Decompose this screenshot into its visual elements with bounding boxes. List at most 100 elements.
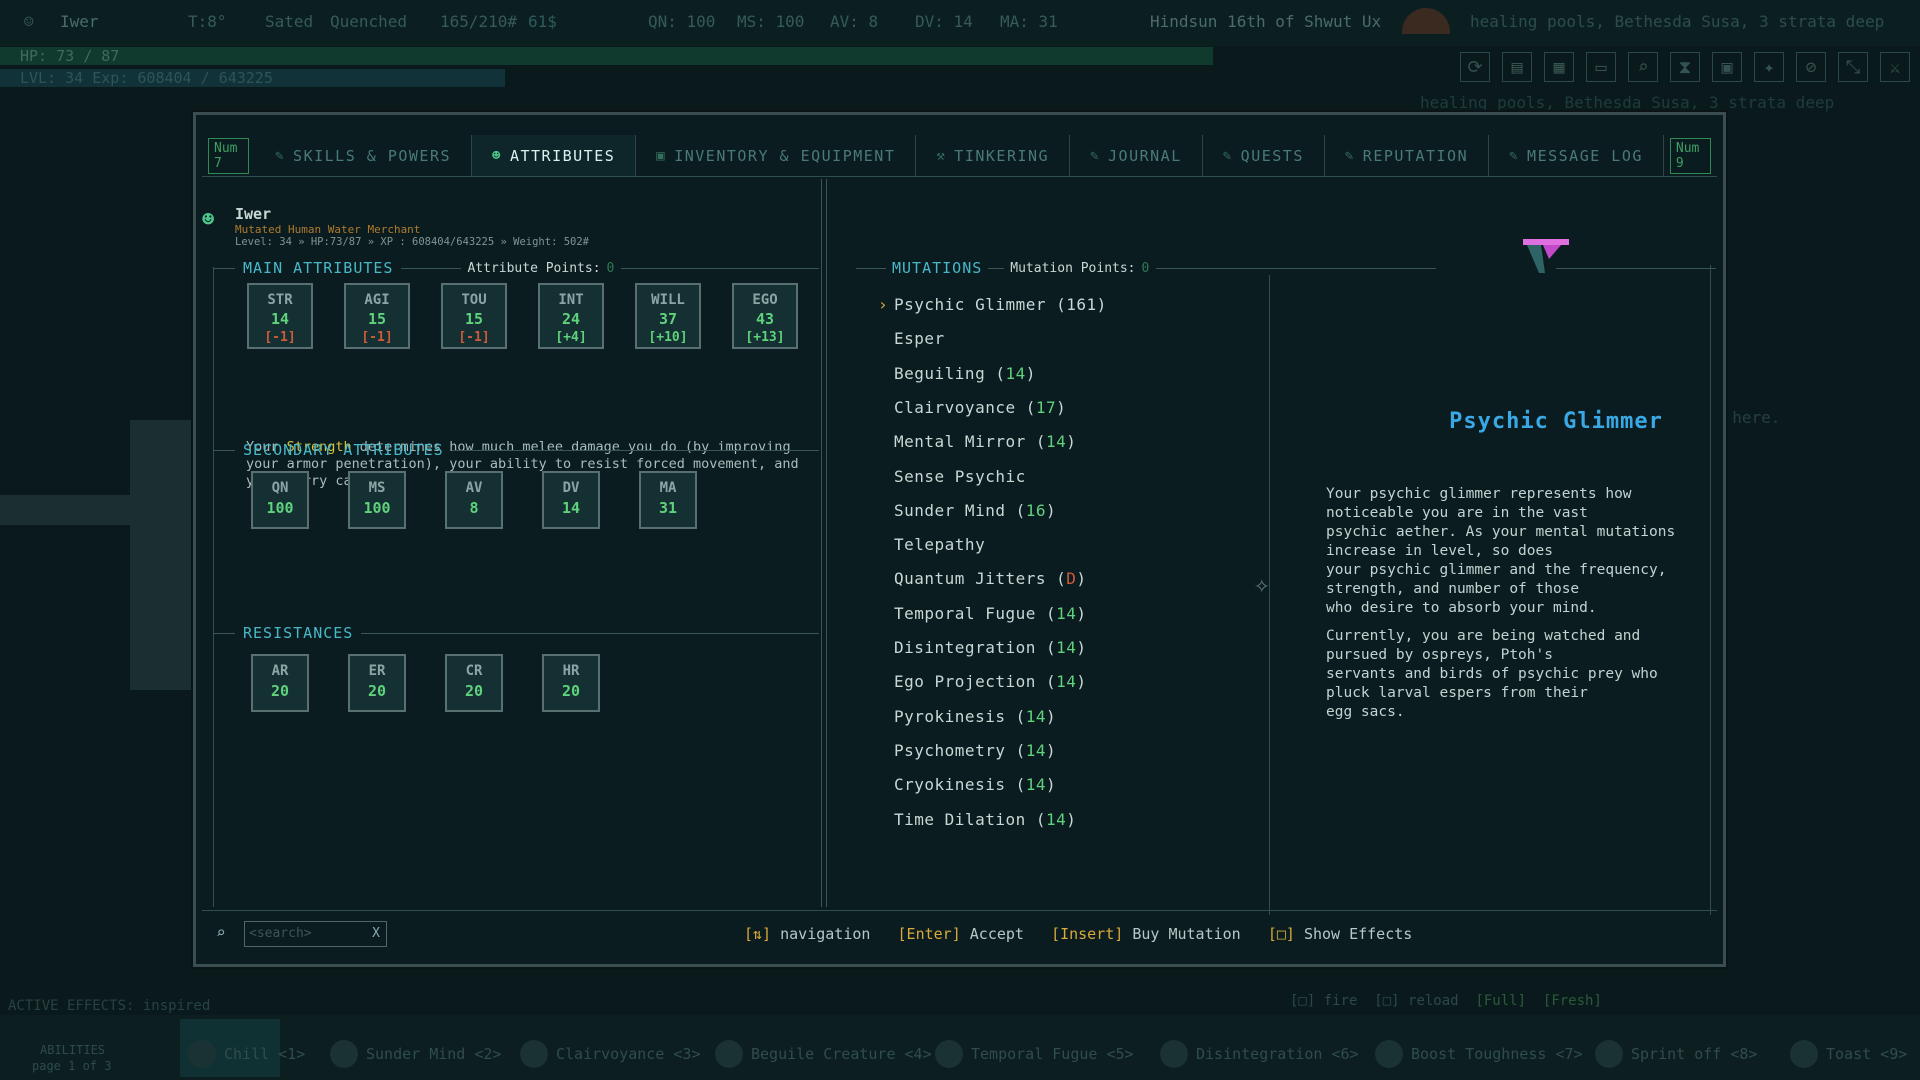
tab-inventory[interactable]: ▣ INVENTORY & EQUIPMENT <box>636 135 917 176</box>
enter-key[interactable]: [Enter] <box>898 925 961 943</box>
mutation-level: D <box>1066 569 1077 589</box>
arrows-icon[interactable]: ⤡ <box>1838 52 1868 82</box>
tab-label: QUESTS <box>1240 146 1304 165</box>
attr-ego[interactable]: EGO 43 [+13] <box>732 283 798 349</box>
hud-avatar-icon: ☺ <box>24 12 34 31</box>
sec-ms[interactable]: MS 100 <box>348 471 406 529</box>
mutation-name: Time Dilation <box>894 809 1026 829</box>
mutation-row[interactable]: Quantum Jitters (D) <box>894 569 1087 588</box>
mutation-row[interactable]: Clairvoyance (17) <box>894 398 1066 417</box>
attr-int[interactable]: INT 24 [+4] <box>538 283 604 349</box>
ability-label: Sprint off <8> <box>1631 1045 1758 1063</box>
mutation-row[interactable]: Disintegration (14) <box>894 638 1087 657</box>
sec-ma[interactable]: MA 31 <box>639 471 697 529</box>
mutation-row[interactable]: Telepathy <box>894 535 985 554</box>
monitor-icon[interactable]: ▤ <box>1502 52 1532 82</box>
mutations-panel: MUTATIONS Mutation Points: 0 ✧ › Psychic… <box>856 195 1716 915</box>
sec-dv[interactable]: DV 14 <box>542 471 600 529</box>
mutation-level: 14 <box>1046 432 1067 452</box>
fire-hint[interactable]: [□] fire <box>1290 993 1357 1009</box>
attr-agi[interactable]: AGI 15 [-1] <box>344 283 410 349</box>
sec-qn[interactable]: QN 100 <box>251 471 309 529</box>
tab-prev-key[interactable]: Num 7 <box>208 137 250 174</box>
xp-text: LVL: 34 Exp: 608404 / 643225 <box>20 69 273 87</box>
reload-hint[interactable]: [□] reload <box>1374 993 1458 1009</box>
res-hr[interactable]: HR 20 <box>542 654 600 712</box>
tab-tinkering[interactable]: ⚒ TINKERING <box>916 135 1071 176</box>
detail-line: noticeable you are in the vast <box>1326 505 1588 521</box>
detail-line: increase in level, so does <box>1326 543 1553 559</box>
res-cr[interactable]: CR 20 <box>445 654 503 712</box>
res-ar[interactable]: AR 20 <box>251 654 309 712</box>
star-icon[interactable]: ✦ <box>1754 52 1784 82</box>
selection-cursor-icon: › <box>878 295 888 314</box>
mutation-row[interactable]: Temporal Fugue (14) <box>894 604 1087 623</box>
tab-label: SKILLS & POWERS <box>293 146 452 165</box>
ability-slot[interactable]: Chill <1> <box>188 1040 305 1068</box>
tab-message-log[interactable]: ✎ MESSAGE LOG <box>1489 135 1664 176</box>
hourglass-icon[interactable]: ⧗ <box>1670 52 1700 82</box>
secondary-attributes-title: SECONDARY ATTRIBUTES <box>243 441 444 459</box>
map-icon[interactable]: ▦ <box>1544 52 1574 82</box>
mutation-row[interactable]: Cryokinesis (14) <box>894 775 1056 794</box>
sec-value: 100 <box>363 499 391 517</box>
ability-icon <box>1595 1040 1623 1068</box>
tab-reputation[interactable]: ✎ REPUTATION <box>1325 135 1490 176</box>
weapon-hints: [□] fire [□] reload [Full] [Fresh] <box>1290 993 1602 1009</box>
tinkering-icon: ⚒ <box>936 147 947 164</box>
search-input[interactable]: <search> X <box>244 921 387 947</box>
ability-slot[interactable]: Boost Toughness <7> <box>1375 1040 1583 1068</box>
sword-icon[interactable]: ⚔ <box>1880 52 1910 82</box>
mutation-row[interactable]: Psychometry (14) <box>894 741 1056 760</box>
resistances-header: RESISTANCES <box>213 624 819 642</box>
attr-will[interactable]: WILL 37 [+10] <box>635 283 701 349</box>
sec-value: 31 <box>658 499 678 517</box>
ability-icon <box>935 1040 963 1068</box>
hud-ms: MS: 100 <box>737 12 805 31</box>
mutation-row[interactable]: Sense Psychic <box>894 467 1026 486</box>
effects-hint: Show Effects <box>1303 925 1413 943</box>
attr-key: WILL <box>651 292 685 308</box>
mutation-row[interactable]: Esper <box>894 329 945 348</box>
search-icon[interactable]: ⌕ <box>1628 52 1658 82</box>
ability-slot[interactable]: Sunder Mind <2> <box>330 1040 501 1068</box>
mutation-row[interactable]: Psychic Glimmer (161) <box>894 295 1107 314</box>
ability-slot[interactable]: Temporal Fugue <5> <box>935 1040 1134 1068</box>
tab-skills[interactable]: ✎ SKILLS & POWERS <box>255 135 473 176</box>
screen-icon[interactable]: ▭ <box>1586 52 1616 82</box>
ability-icon <box>1160 1040 1188 1068</box>
tab-next-key[interactable]: Num 9 <box>1669 137 1711 174</box>
ability-slot[interactable]: Disintegration <6> <box>1160 1040 1359 1068</box>
mutation-row[interactable]: Time Dilation (14) <box>894 810 1076 829</box>
no-icon[interactable]: ⊘ <box>1796 52 1826 82</box>
ability-slot[interactable]: Clairvoyance <3> <box>520 1040 701 1068</box>
ability-slot[interactable]: Toast <9> <box>1790 1040 1907 1068</box>
hud-weight: 165/210# <box>440 12 518 31</box>
tab-journal[interactable]: ✎ JOURNAL <box>1070 135 1203 176</box>
attr-tou[interactable]: TOU 15 [-1] <box>441 283 507 349</box>
tab-quests[interactable]: ✎ QUESTS <box>1203 135 1325 176</box>
bg-terrain <box>0 420 200 690</box>
insert-key[interactable]: [Insert] <box>1051 925 1123 943</box>
res-er[interactable]: ER 20 <box>348 654 406 712</box>
mutation-row[interactable]: Sunder Mind (16) <box>894 501 1056 520</box>
attr-str[interactable]: STR 14 [-1] <box>247 283 313 349</box>
mutation-name: Clairvoyance <box>894 397 1016 417</box>
tab-attributes[interactable]: ☻ ATTRIBUTES <box>472 135 637 176</box>
effects-key[interactable]: [□] <box>1268 925 1295 943</box>
attr-value: 14 <box>270 310 290 328</box>
mutation-row[interactable]: Mental Mirror (14) <box>894 432 1076 451</box>
character-icon[interactable]: ▣ <box>1712 52 1742 82</box>
ability-slot[interactable]: Beguile Creature <4> <box>715 1040 932 1068</box>
mutation-row[interactable]: Ego Projection (14) <box>894 672 1087 691</box>
panel-scrollbar[interactable] <box>821 179 827 907</box>
ability-slot[interactable]: Sprint off <8> <box>1595 1040 1757 1068</box>
refresh-icon[interactable]: ⟳ <box>1460 52 1490 82</box>
mutation-row[interactable]: Pyrokinesis (14) <box>894 707 1056 726</box>
search-clear-button[interactable]: X <box>372 926 380 941</box>
hud-status-quenched: Quenched <box>330 12 408 31</box>
mutation-row[interactable]: Beguiling (14) <box>894 364 1036 383</box>
tab-label: TINKERING <box>954 146 1050 165</box>
sec-av[interactable]: AV 8 <box>445 471 503 529</box>
reputation-icon: ✎ <box>1344 147 1355 164</box>
